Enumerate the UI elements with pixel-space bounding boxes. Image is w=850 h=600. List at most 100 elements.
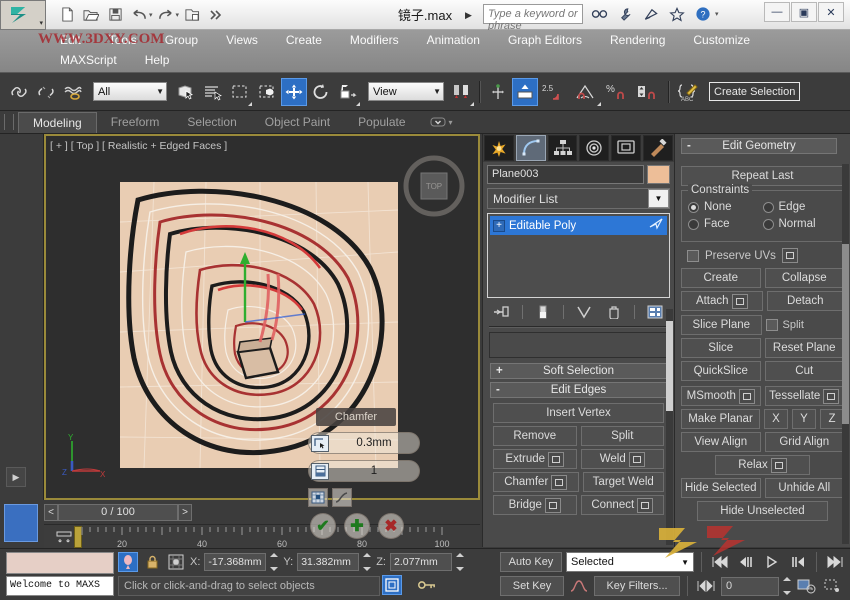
create-selection-set-field[interactable]: Create Selection — [709, 82, 800, 101]
caddy-cancel-button[interactable]: ✖ — [378, 513, 404, 539]
prev-frame-arrow[interactable]: < — [44, 504, 58, 521]
object-name-field[interactable]: Plane003 — [487, 165, 644, 184]
set-key-curve-icon[interactable] — [568, 575, 590, 597]
edge-tension-icon[interactable] — [332, 488, 352, 507]
selection-set-combo[interactable]: Selected ▼ — [566, 552, 694, 572]
wrench-icon[interactable] — [614, 3, 636, 25]
object-color-swatch[interactable] — [647, 165, 670, 184]
configure-modifier-sets-icon[interactable] — [645, 303, 665, 321]
select-and-move-icon[interactable] — [281, 78, 307, 106]
preserve-uvs-row[interactable]: Preserve UVs — [687, 248, 844, 263]
msmooth-settings-icon[interactable] — [739, 389, 755, 404]
extrude-settings-icon[interactable] — [548, 452, 564, 467]
x-spinner[interactable] — [270, 553, 279, 571]
next-frame-icon[interactable] — [787, 551, 809, 573]
caddy-apply-button[interactable]: ✚ — [344, 513, 370, 539]
max-app-logo[interactable]: ▾ — [0, 0, 46, 30]
menu-create[interactable]: Create — [272, 30, 336, 50]
selection-lock-icon[interactable] — [118, 552, 138, 572]
quickslice-button[interactable]: QuickSlice — [681, 361, 761, 381]
create-tab[interactable] — [484, 135, 514, 161]
weld-button[interactable]: Weld — [581, 449, 665, 469]
constraint-normal[interactable]: Normal — [763, 218, 838, 230]
select-by-name-icon[interactable] — [200, 78, 226, 106]
z-coordinate-field[interactable]: 2.077mm — [390, 553, 452, 571]
undo-dropdown-icon[interactable]: ▾ — [149, 11, 153, 19]
message-log-area[interactable] — [6, 552, 114, 574]
set-key-button[interactable]: Set Key — [500, 576, 564, 596]
named-selection-icon[interactable]: ABC — [674, 78, 704, 106]
menu-animation[interactable]: Animation — [413, 30, 494, 50]
menu-maxscript[interactable]: MAXScript — [46, 50, 131, 70]
rect-select-region-icon[interactable] — [227, 78, 253, 106]
open-file-icon[interactable] — [80, 4, 102, 26]
chamfer-settings-icon[interactable] — [551, 475, 567, 490]
key-mode-toggle-icon[interactable] — [695, 575, 717, 597]
x-coordinate-field[interactable]: -17.368mm — [204, 553, 266, 571]
caddy-amount-row[interactable]: 0.3mm — [308, 432, 420, 454]
tab-populate[interactable]: Populate — [344, 112, 419, 132]
rollout-edit-edges[interactable]: - Edit Edges — [490, 382, 667, 398]
tab-freeform[interactable]: Freeform — [97, 112, 174, 132]
split-checkbox-icon[interactable] — [766, 319, 778, 331]
logo-caret-icon[interactable]: ▾ — [39, 19, 43, 27]
ribbon-minimize-button[interactable]: ▾ — [430, 116, 453, 128]
msmooth-button[interactable]: MSmooth — [681, 386, 761, 406]
make-planar-x-button[interactable]: X — [764, 409, 788, 429]
reference-coordinate-combo[interactable]: View ▼ — [368, 82, 444, 101]
angle-snap-tool-icon[interactable] — [572, 78, 602, 106]
caddy-segments-value[interactable]: 1 — [329, 465, 419, 477]
view-align-button[interactable]: View Align — [681, 432, 761, 452]
cut-button[interactable]: Cut — [765, 361, 845, 381]
snap-toggle-icon[interactable] — [512, 78, 538, 106]
menu-rendering[interactable]: Rendering — [596, 30, 679, 50]
chamfer-button[interactable]: Chamfer — [493, 472, 579, 492]
target-weld-button[interactable]: Target Weld — [583, 472, 665, 492]
viewport-expand-button[interactable]: ▶ — [6, 467, 26, 487]
slice-plane-button[interactable]: Slice Plane — [681, 315, 762, 335]
previous-frame-icon[interactable] — [735, 551, 757, 573]
make-planar-y-button[interactable]: Y — [792, 409, 816, 429]
caddy-ok-button[interactable]: ✔ — [310, 513, 336, 539]
tessellate-settings-icon[interactable] — [823, 389, 839, 404]
insert-vertex-button[interactable]: Insert Vertex — [493, 403, 664, 423]
detach-button[interactable]: Detach — [767, 291, 845, 311]
motion-tab[interactable] — [579, 135, 609, 161]
constraint-face[interactable]: Face — [688, 218, 763, 230]
modifier-stack[interactable]: + Editable Poly — [487, 213, 670, 298]
bridge-button[interactable]: Bridge — [493, 495, 577, 515]
split-button[interactable]: Split — [581, 426, 665, 446]
y-spinner[interactable] — [363, 553, 372, 571]
menu-tools[interactable]: Tools — [95, 30, 151, 50]
save-file-icon[interactable] — [104, 4, 126, 26]
modify-tab[interactable] — [516, 135, 546, 161]
menu-help[interactable]: Help — [131, 50, 184, 70]
display-tab[interactable] — [611, 135, 641, 161]
expand-plus-icon[interactable]: + — [493, 220, 505, 232]
constraint-edge[interactable]: Edge — [763, 201, 838, 213]
time-slider-readout[interactable]: 0 / 100 — [58, 504, 178, 521]
select-and-scale-icon[interactable] — [335, 78, 361, 106]
lock-icon[interactable] — [142, 552, 162, 572]
utilities-tab[interactable] — [643, 135, 673, 161]
more-commands-icon[interactable] — [205, 4, 227, 26]
make-unique-icon[interactable] — [574, 303, 594, 321]
checkbox-icon[interactable] — [687, 250, 699, 262]
satellite-icon[interactable] — [640, 3, 662, 25]
z-spinner[interactable] — [456, 553, 465, 571]
bridge-settings-icon[interactable] — [545, 498, 561, 513]
goto-start-icon[interactable] — [709, 551, 731, 573]
attach-button[interactable]: Attach — [681, 291, 763, 311]
project-folder-icon[interactable] — [181, 4, 203, 26]
command-panel-scrollbar[interactable] — [666, 309, 673, 545]
bind-spacewarp-icon[interactable] — [60, 78, 86, 106]
favorites-star-icon[interactable] — [666, 3, 688, 25]
title-dropdown-icon[interactable]: ▶ — [465, 10, 472, 21]
minimize-button[interactable]: — — [764, 2, 790, 22]
menu-customize[interactable]: Customize — [679, 30, 764, 50]
play-animation-icon[interactable] — [761, 551, 783, 573]
slice-button[interactable]: Slice — [681, 338, 761, 358]
select-object-icon[interactable] — [173, 78, 199, 106]
viewport-label[interactable]: [ + ] [ Top ] [ Realistic + Edged Faces … — [50, 140, 227, 152]
current-frame-field[interactable]: 0 — [721, 577, 779, 596]
